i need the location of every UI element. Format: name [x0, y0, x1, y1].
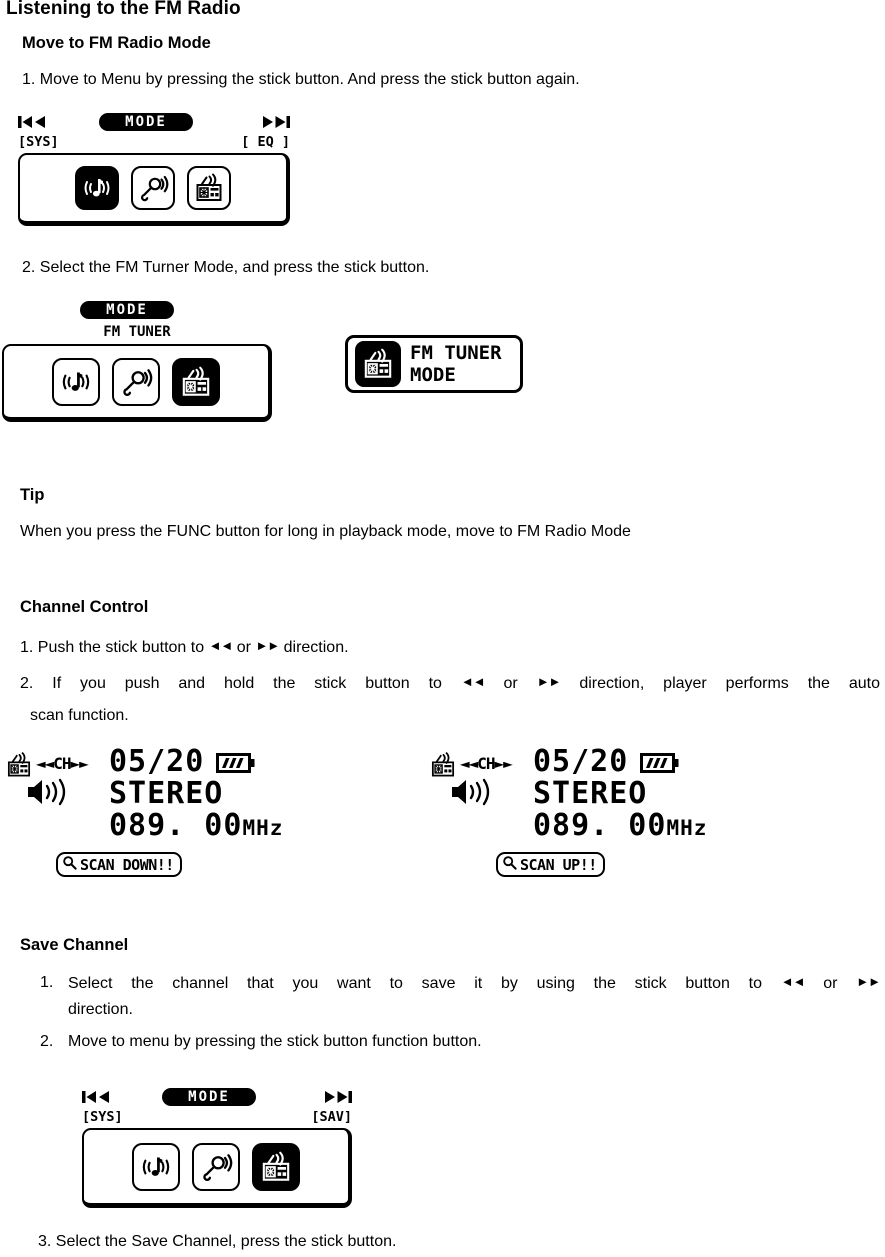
prev-track-icon: [18, 114, 48, 133]
move-mode-step-1: 1. Move to Menu by pressing the stick bu…: [22, 71, 580, 88]
forward-arrow-icon: ►►: [856, 974, 881, 989]
section-heading-tip: Tip: [20, 486, 45, 504]
fm-channel-index: 05/20: [109, 744, 205, 779]
magnifier-icon: [502, 855, 517, 874]
mode-pill-label: MODE: [99, 113, 193, 131]
next-track-icon: [260, 114, 290, 133]
next-track-icon: [322, 1089, 352, 1108]
save-step1-text-a: Select the channel that you want to save…: [68, 975, 762, 992]
cc-step1-or: or: [236, 639, 251, 656]
save-step1-line2: direction.: [68, 1001, 133, 1018]
mode-icon-row: [69, 166, 237, 210]
cc-step2-or: or: [503, 675, 518, 692]
lcd-right-tag: [SAV]: [311, 1109, 352, 1125]
cc-step2-text-a: 2. If you push and hold the stick button…: [20, 675, 442, 692]
fm-radio-mode-icon[interactable]: [172, 357, 220, 406]
fm-frequency-value: 089. 00: [533, 808, 667, 843]
fm-radio-mode-icon[interactable]: [187, 166, 231, 210]
lcd-tag-row: [SYS] [ EQ ]: [18, 134, 290, 153]
lcd-navigation-row-3: MODE: [82, 1087, 352, 1109]
lcd-icon-panel-2: [2, 344, 272, 422]
manual-page: Listening to the FM Radio Move to FM Rad…: [0, 0, 885, 1257]
toast-text: FM TUNER MODE: [410, 342, 502, 386]
mode-icon-row-3: [126, 1142, 306, 1191]
list-item: 1. Select the channel that you want to s…: [22, 974, 881, 1019]
fm-stereo-label: STEREO: [533, 776, 648, 811]
tip-text: When you press the FUNC button for long …: [20, 523, 631, 540]
move-mode-step-2: 2. Select the FM Turner Mode, and press …: [22, 259, 430, 276]
speaker-icon: [22, 776, 78, 812]
lcd-navigation-row: MODE: [18, 112, 290, 134]
fm-frequency-unit: MHz: [666, 816, 708, 840]
scan-badge-label: SCAN DOWN!!: [80, 855, 174, 874]
voice-record-mode-icon[interactable]: [192, 1142, 240, 1191]
fm-stereo-label: STEREO: [109, 776, 224, 811]
fm-frequency: 089. 00MHz: [109, 808, 283, 843]
scan-status-badge: SCAN DOWN!!: [56, 852, 182, 877]
lcd-icon-panel: [18, 153, 290, 226]
lcd-center-label: FM TUNER: [103, 324, 171, 340]
section-heading-save-channel: Save Channel: [20, 936, 129, 954]
voice-record-mode-icon[interactable]: [131, 166, 175, 210]
save-channel-step-3: 3. Select the Save Channel, press the st…: [38, 1233, 397, 1250]
cc-step1-text-b: direction.: [283, 639, 349, 656]
toast-line-2: MODE: [410, 364, 456, 386]
section-heading-move-mode: Move to FM Radio Mode: [22, 34, 211, 52]
forward-arrow-icon: ►►: [536, 674, 562, 689]
list-marker: 2.: [40, 1033, 54, 1050]
lcd-icon-panel-3: [82, 1128, 352, 1208]
lcd-menu-sav: MODE [SYS] [SAV]: [82, 1087, 352, 1208]
voice-record-mode-icon[interactable]: [112, 357, 160, 406]
lcd-menu-fmtuner: MODE FM TUNER: [2, 300, 272, 422]
fm-frequency-unit: MHz: [242, 816, 284, 840]
page-title: Listening to the FM Radio: [6, 0, 241, 19]
mode-pill-label-3: MODE: [162, 1088, 256, 1106]
fm-channel-nav-label: ◄◄CH►►: [460, 754, 513, 773]
scan-badge-label: SCAN UP!!: [520, 855, 597, 874]
lcd-left-tag: [SYS]: [82, 1109, 123, 1125]
rewind-arrow-icon: ◄◄: [208, 638, 234, 653]
speaker-icon: [446, 776, 502, 812]
mode-icon-row-2: [46, 357, 226, 406]
channel-control-step-1: 1. Push the stick button to ◄◄ or ►► dir…: [20, 636, 349, 658]
channel-control-step-2-cont: scan function.: [30, 707, 129, 724]
fm-status-display-scan-down: ◄◄CH►► 05/20 STEREO 089. 00MHz SCAN DOWN…: [4, 744, 294, 878]
lcd-menu-eq: MODE [SYS] [ EQ ]: [18, 112, 290, 226]
save-step1-or: or: [823, 975, 838, 992]
music-mode-icon[interactable]: [132, 1142, 180, 1191]
list-marker: 1.: [40, 974, 54, 991]
mode-pill-label-2: MODE: [80, 301, 174, 319]
channel-control-step-2: 2. If you push and hold the stick button…: [20, 672, 880, 694]
toast-fm-tuner-mode: FM TUNER MODE: [345, 335, 523, 393]
fm-channel-index: 05/20: [533, 744, 629, 779]
fm-channel-nav-label: ◄◄CH►►: [36, 754, 89, 773]
rewind-arrow-icon: ◄◄: [460, 674, 486, 689]
battery-icon: [216, 752, 256, 778]
fm-status-display-scan-up: ◄◄CH►► 05/20 STEREO 089. 00MHz SCAN UP!!: [428, 744, 718, 878]
section-heading-channel-control: Channel Control: [20, 598, 149, 616]
rewind-arrow-icon: ◄◄: [780, 974, 806, 989]
battery-icon: [640, 752, 680, 778]
fm-radio-mode-icon[interactable]: [252, 1142, 300, 1191]
scan-status-badge: SCAN UP!!: [496, 852, 605, 877]
save-step1-line1: Select the channel that you want to save…: [68, 974, 881, 993]
cc-step2-text-b: direction, player performs the auto: [579, 675, 881, 692]
fm-frequency-value: 089. 00: [109, 808, 243, 843]
magnifier-icon: [62, 855, 77, 874]
toast-line-1: FM TUNER: [410, 342, 502, 364]
fm-frequency: 089. 00MHz: [533, 808, 707, 843]
forward-arrow-icon: ►►: [255, 638, 280, 653]
prev-track-icon: [82, 1089, 112, 1108]
save-channel-steps: 1. Select the channel that you want to s…: [22, 974, 881, 1051]
lcd-right-tag: [ EQ ]: [241, 134, 290, 150]
save-step2-text: Move to menu by pressing the stick butto…: [68, 1033, 482, 1050]
music-mode-icon[interactable]: [52, 357, 100, 406]
music-mode-icon[interactable]: [75, 166, 119, 210]
lcd-tag-row-3: [SYS] [SAV]: [82, 1109, 352, 1128]
lcd-left-tag: [SYS]: [18, 134, 59, 150]
fm-radio-mode-icon: [355, 341, 401, 387]
list-item: 2. Move to menu by pressing the stick bu…: [22, 1033, 880, 1051]
cc-step1-text-a: 1. Push the stick button to: [20, 639, 205, 656]
